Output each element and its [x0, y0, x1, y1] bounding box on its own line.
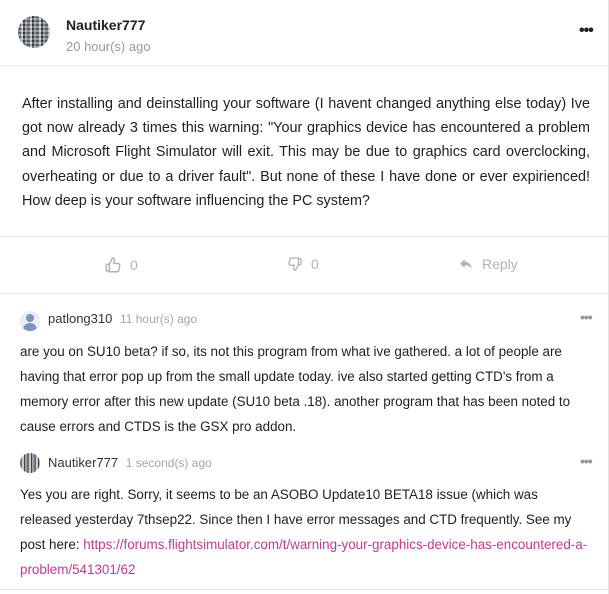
user-avatar[interactable]: [20, 453, 40, 473]
forum-thread: Nautiker777 20 hour(s) ago ••• After ins…: [0, 0, 609, 594]
comment-author-name[interactable]: patlong310: [48, 311, 112, 326]
comment-timestamp: 11 hour(s) ago: [119, 312, 198, 326]
reply-icon: [460, 259, 472, 269]
user-avatar-icon[interactable]: [20, 311, 40, 331]
post-body-text: After installing and deinstalling your s…: [22, 96, 590, 209]
post-author-name[interactable]: Nautiker777: [66, 17, 145, 33]
dislike-button[interactable]: 0: [287, 256, 319, 272]
thumbs-up-icon: [105, 257, 121, 273]
divider: [0, 589, 608, 590]
post-header: Nautiker777 20 hour(s) ago •••: [0, 0, 608, 66]
post-actions-bar: 0 0 Reply: [0, 236, 608, 294]
dislike-count: 0: [311, 256, 319, 272]
forum-post-link[interactable]: https://forums.flightsimulator.com/t/war…: [20, 537, 587, 577]
reply-button[interactable]: Reply: [458, 256, 518, 272]
comment-body-text: are you on SU10 beta? if so, its not thi…: [20, 344, 571, 434]
like-count: 0: [130, 257, 138, 273]
comment-author-name[interactable]: Nautiker777: [48, 455, 118, 470]
post-more-options-icon[interactable]: •••: [579, 22, 594, 40]
post-timestamp: 20 hour(s) ago: [66, 39, 151, 54]
like-button[interactable]: 0: [104, 256, 138, 274]
comment-author-line: Nautiker777 1 second(s) ago: [48, 455, 212, 470]
comment-author-line: patlong310 11 hour(s) ago: [48, 311, 197, 326]
comment-more-options-icon[interactable]: •••: [580, 453, 593, 469]
comment-more-options-icon[interactable]: •••: [580, 309, 593, 325]
comment-timestamp: 1 second(s) ago: [125, 456, 212, 470]
thumbs-down-icon: [288, 257, 302, 271]
reply-label: Reply: [482, 256, 518, 272]
comment-body: Yes you are right. Sorry, it seems to be…: [20, 482, 592, 582]
author-avatar[interactable]: [18, 16, 50, 48]
